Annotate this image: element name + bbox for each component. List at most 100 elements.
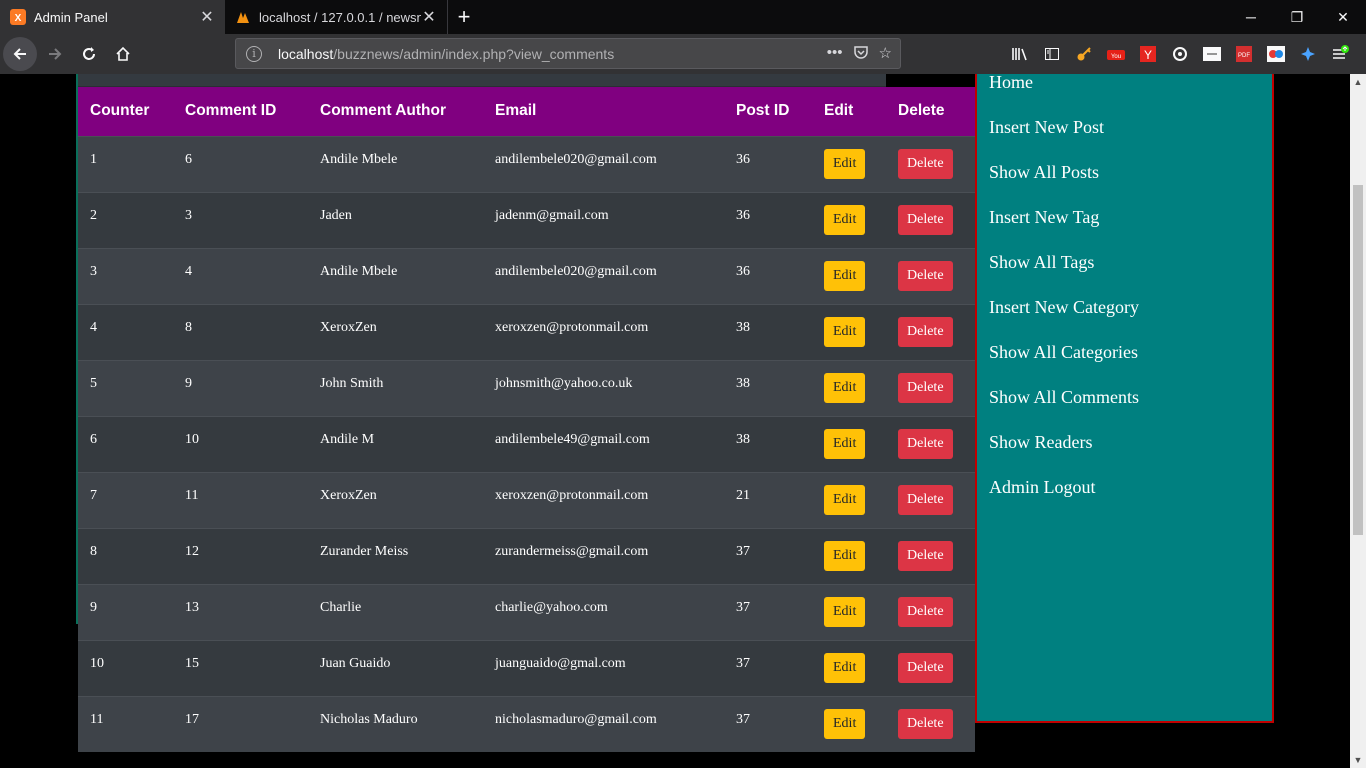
cell-delete: Delete — [886, 472, 975, 528]
close-tab-icon[interactable]: ✕ — [199, 7, 215, 27]
delete-button[interactable]: Delete — [898, 260, 953, 291]
edit-button[interactable]: Edit — [824, 484, 866, 515]
tab-phpmyadmin[interactable]: localhost / 127.0.0.1 / newsnet ✕ — [225, 0, 448, 34]
delete-button[interactable]: Delete — [898, 316, 953, 347]
page-actions-icon[interactable]: ••• — [827, 44, 843, 64]
edit-button[interactable]: Edit — [824, 596, 866, 627]
cell-email: juanguaido@gmal.com — [495, 655, 626, 671]
delete-button[interactable]: Delete — [898, 596, 953, 627]
delete-button[interactable]: Delete — [898, 428, 953, 459]
delete-button[interactable]: Delete — [898, 540, 953, 571]
cell-delete: Delete — [886, 248, 975, 304]
forward-arrow-icon[interactable] — [39, 38, 71, 70]
sidebar-link-home[interactable]: Home — [989, 74, 1272, 118]
scrollbar-thumb[interactable] — [1353, 185, 1363, 535]
close-window-icon[interactable]: ✕ — [1320, 0, 1366, 34]
cell-email: zurandermeiss@gmail.com — [495, 543, 649, 559]
minimize-icon[interactable]: ─ — [1228, 0, 1274, 34]
sidebar-link-insert-new-tag[interactable]: Insert New Tag — [989, 208, 1272, 253]
cell-author: Andile Mbele — [320, 151, 398, 167]
sidebar-icon[interactable] — [1040, 42, 1064, 66]
cell-email: xeroxzen@protonmail.com — [495, 319, 649, 335]
delete-button[interactable]: Delete — [898, 372, 953, 403]
home-icon[interactable] — [107, 38, 139, 70]
cell-post-id: 36 — [736, 263, 750, 279]
edit-button[interactable]: Edit — [824, 148, 866, 179]
table-row: 6 10 Andile M andilembele49@gmail.com 38 Edit… — [78, 416, 975, 472]
cell-delete: Delete — [886, 696, 975, 752]
youtube-icon[interactable]: You — [1104, 42, 1128, 66]
cell-edit: Edit — [812, 360, 886, 416]
edit-button[interactable]: Edit — [824, 204, 866, 235]
cell-delete: Delete — [886, 360, 975, 416]
header-edit: Edit — [824, 102, 854, 120]
cell-author: Zurander Meiss — [320, 543, 409, 559]
scroll-up-arrow-icon[interactable]: ▲ — [1350, 74, 1366, 90]
sidebar-link-show-all-posts[interactable]: Show All Posts — [989, 163, 1272, 208]
cell-comment-id: 6 — [185, 151, 192, 167]
vertical-scrollbar[interactable]: ▲ ▼ — [1350, 74, 1366, 768]
cell-counter: 4 — [90, 319, 97, 335]
table-row: 9 13 Charlie charlie@yahoo.com 37 Edit Delete — [78, 584, 975, 640]
address-bar[interactable]: i localhost/buzznews/admin/index.php?vie… — [235, 38, 901, 69]
table-row: 10 15 Juan Guaido juanguaido@gmal.com 37 Edit… — [78, 640, 975, 696]
bookmark-star-icon[interactable]: ☆ — [879, 44, 892, 64]
color-picker-icon[interactable] — [1264, 42, 1288, 66]
cell-post-id: 38 — [736, 319, 750, 335]
new-tab-icon[interactable]: + — [448, 0, 480, 34]
header-post-id: Post ID — [736, 102, 790, 120]
pocket-icon[interactable] — [853, 44, 869, 64]
svg-text:PDF: PDF — [1238, 53, 1250, 59]
sidebar-link-show-readers[interactable]: Show Readers — [989, 433, 1272, 478]
delete-button[interactable]: Delete — [898, 148, 953, 179]
sidebar-link-admin-logout[interactable]: Admin Logout — [989, 478, 1272, 523]
cell-email: andilembele020@gmail.com — [495, 151, 657, 167]
edit-button[interactable]: Edit — [824, 652, 866, 683]
library-icon[interactable] — [1008, 42, 1032, 66]
cell-author: Juan Guaido — [320, 655, 391, 671]
edit-button[interactable]: Edit — [824, 428, 866, 459]
cell-author: Jaden — [320, 207, 352, 223]
back-arrow-icon[interactable] — [3, 37, 37, 71]
edit-button[interactable]: Edit — [824, 708, 866, 739]
cell-post-id: 38 — [736, 375, 750, 391]
pdf-icon[interactable]: PDF — [1232, 42, 1256, 66]
edit-button[interactable]: Edit — [824, 540, 866, 571]
cell-counter: 8 — [90, 543, 97, 559]
tab-admin-panel[interactable]: X Admin Panel ✕ — [0, 0, 225, 34]
tab-title: localhost / 127.0.0.1 / newsnet — [259, 9, 421, 25]
cell-comment-id: 15 — [185, 655, 199, 671]
cell-post-id: 37 — [736, 543, 750, 559]
sidebar-link-insert-new-category[interactable]: Insert New Category — [989, 298, 1272, 343]
restore-icon[interactable]: ❐ — [1274, 0, 1320, 34]
sidebar-link-show-all-tags[interactable]: Show All Tags — [989, 253, 1272, 298]
sidebar-link-show-all-categories[interactable]: Show All Categories — [989, 343, 1272, 388]
close-tab-icon[interactable]: ✕ — [421, 7, 437, 27]
edit-button[interactable]: Edit — [824, 372, 866, 403]
cell-counter: 10 — [90, 655, 104, 671]
cell-author: XeroxZen — [320, 319, 377, 335]
scroll-down-arrow-icon[interactable]: ▼ — [1350, 752, 1366, 768]
sidebar-link-show-all-comments[interactable]: Show All Comments — [989, 388, 1272, 433]
cell-comment-id: 9 — [185, 375, 192, 391]
edit-button[interactable]: Edit — [824, 260, 866, 291]
navigation-toolbar: i localhost/buzznews/admin/index.php?vie… — [0, 34, 1366, 74]
cell-delete: Delete — [886, 584, 975, 640]
settings-icon[interactable] — [1168, 42, 1192, 66]
page-info-icon[interactable]: i — [246, 45, 262, 62]
globe-icon[interactable] — [1296, 42, 1320, 66]
sidebar-link-insert-new-post[interactable]: Insert New Post — [989, 118, 1272, 163]
cell-email: jadenm@gmail.com — [495, 207, 609, 223]
reload-icon[interactable] — [73, 38, 105, 70]
menu-icon[interactable] — [1328, 42, 1352, 66]
key-icon[interactable] — [1072, 42, 1096, 66]
delete-button[interactable]: Delete — [898, 204, 953, 235]
table-row: 7 11 XeroxZen xeroxzen@protonmail.com 21 Edit… — [78, 472, 975, 528]
delete-button[interactable]: Delete — [898, 708, 953, 739]
cell-author: Charlie — [320, 599, 362, 615]
extension-icon[interactable] — [1200, 42, 1224, 66]
yandex-icon[interactable]: Y — [1136, 42, 1160, 66]
delete-button[interactable]: Delete — [898, 652, 953, 683]
delete-button[interactable]: Delete — [898, 484, 953, 515]
edit-button[interactable]: Edit — [824, 316, 866, 347]
